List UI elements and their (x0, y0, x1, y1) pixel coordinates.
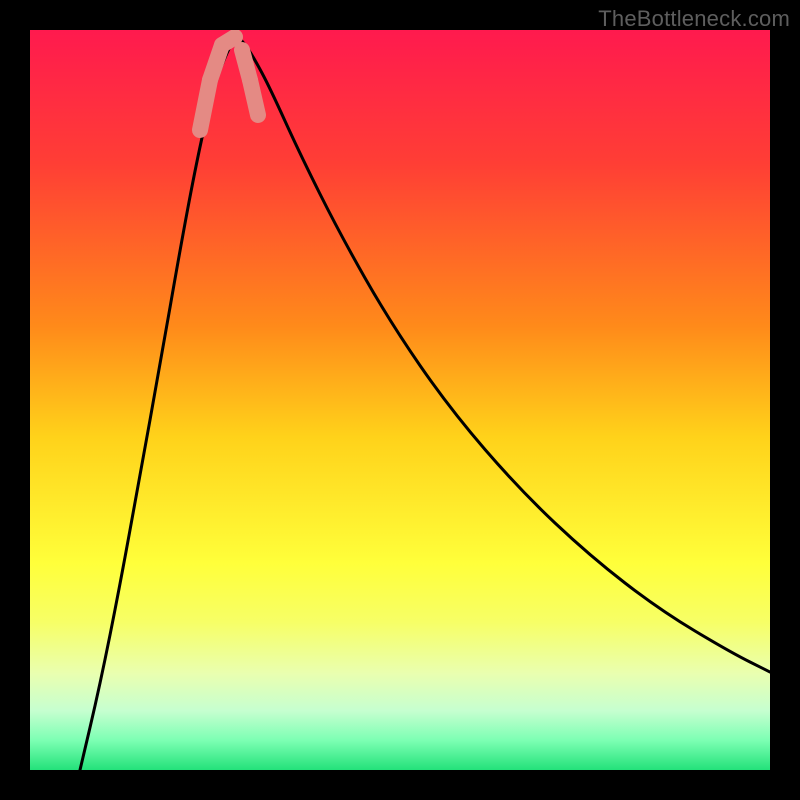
chart-background (30, 30, 770, 770)
chart-frame: TheBottleneck.com (0, 0, 800, 800)
left-marker-cluster (222, 37, 235, 45)
right-marker-cluster (250, 80, 258, 115)
chart-svg (30, 30, 770, 770)
plot-area (30, 30, 770, 770)
watermark-text: TheBottleneck.com (598, 6, 790, 32)
